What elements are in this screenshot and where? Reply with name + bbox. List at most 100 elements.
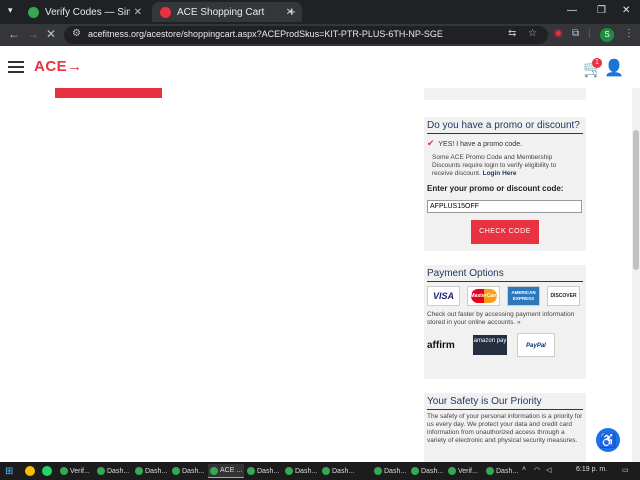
scrollbar-thumb[interactable] <box>633 130 639 270</box>
whatsapp-icon[interactable] <box>42 466 52 476</box>
wallet-logos: affirm amazon pay PayPal <box>427 333 583 357</box>
wifi-icon[interactable]: ◠ <box>534 466 540 474</box>
ace-favicon-icon <box>160 6 171 18</box>
tray-chevron-icon[interactable]: ˄ <box>522 466 526 473</box>
windows-start-icon[interactable]: ⊞ <box>5 466 13 477</box>
promo-input-label: Enter your promo or discount code: <box>427 184 564 193</box>
close-window-icon[interactable]: ✕ <box>622 5 630 16</box>
payment-panel: Payment Options VISA MasterCard AMERICAN… <box>424 265 586 379</box>
translate-icon[interactable]: ⇆ <box>508 28 516 39</box>
chrome-icon <box>285 467 293 475</box>
mastercard-logo: MasterCard <box>467 286 500 306</box>
tab-search-icon[interactable]: ▾ <box>8 5 13 16</box>
chrome-icon <box>172 467 180 475</box>
chrome-icon <box>60 467 68 475</box>
taskbar-label: Dash... <box>421 467 444 475</box>
taskbar-item[interactable]: Dash... <box>320 464 356 478</box>
mastercard-text: MasterCard <box>470 289 498 303</box>
ace-logo[interactable]: ACE→ <box>34 58 83 75</box>
promo-checkbox-label: YES! I have a promo code. <box>438 141 523 148</box>
chrome-icon <box>210 466 218 475</box>
payment-text: Check out faster by accessing payment in… <box>427 311 575 326</box>
address-bar[interactable]: ⚙ acefitness.org/acestore/shoppingcart.a… <box>64 26 548 44</box>
restore-icon[interactable]: ❐ <box>597 5 606 16</box>
minimize-icon[interactable]: — <box>567 5 577 16</box>
taskbar-item[interactable]: Verif... <box>446 464 480 478</box>
promo-code-input[interactable] <box>427 200 582 213</box>
bookmark-star-icon[interactable]: ☆ <box>528 28 537 39</box>
windows-taskbar: ⊞ Verif... Dash... Dash... Dash... ACE .… <box>0 462 640 480</box>
checked-checkbox-icon[interactable]: ✔ <box>427 138 435 148</box>
taskbar-label: Dash... <box>295 467 318 475</box>
notification-icon[interactable]: ▭ <box>622 466 629 474</box>
taskbar-item[interactable]: Dash... <box>245 464 281 478</box>
taskbar-label: Verif... <box>458 467 478 475</box>
discover-logo: DISCOVER <box>547 286 580 306</box>
card-logos: VISA MasterCard AMERICAN EXPRESS DISCOVE… <box>427 286 583 306</box>
site-info-icon[interactable]: ⚙ <box>72 28 81 39</box>
tab-ace-shopping-cart[interactable]: ACE Shopping Cart ✕ <box>152 2 302 22</box>
promo-panel: Do you have a promo or discount? ✔ YES! … <box>424 117 586 251</box>
taskbar-item[interactable]: Dash... <box>170 464 206 478</box>
chrome-icon <box>411 467 419 475</box>
tab-title: Verify Codes — SimplyCodes <box>45 6 130 18</box>
check-code-button[interactable]: CHECK CODE <box>471 220 539 244</box>
taskbar-item[interactable]: Verif... <box>58 464 92 478</box>
tab-verify-codes[interactable]: Verify Codes — SimplyCodes ✕ <box>20 2 150 22</box>
promo-title: Do you have a promo or discount? <box>427 120 583 134</box>
profile-avatar[interactable]: S <box>600 28 614 42</box>
close-tab-icon[interactable]: ✕ <box>134 7 142 18</box>
page-scrollbar[interactable] <box>632 88 640 462</box>
volume-icon[interactable]: ◁ <box>546 466 551 474</box>
taskbar-item[interactable]: Dash... <box>484 464 520 478</box>
chrome-icon <box>322 467 330 475</box>
taskbar-label: Dash... <box>182 467 205 475</box>
summary-panel-bottom <box>424 88 586 100</box>
separator-icon: | <box>588 28 591 39</box>
simplycodes-favicon-icon <box>28 6 39 18</box>
taskbar-label: Dash... <box>145 467 168 475</box>
menu-kebab-icon[interactable]: ⋮ <box>624 28 634 39</box>
safety-text: The safety of your personal information … <box>427 413 583 444</box>
taskbar-item-active[interactable]: ACE ... <box>208 464 245 478</box>
chrome-icon[interactable] <box>25 466 35 476</box>
stop-icon[interactable]: ✕ <box>46 27 56 41</box>
taskbar-label: Dash... <box>107 467 130 475</box>
affirm-logo: affirm <box>427 339 455 351</box>
forward-icon[interactable]: → <box>27 27 39 41</box>
accessibility-icon[interactable]: ♿ <box>596 428 620 452</box>
taskbar-item[interactable]: Dash... <box>95 464 131 478</box>
clock-time[interactable]: 6:19 p. m. <box>576 466 607 473</box>
tab-title: ACE Shopping Cart <box>177 6 265 18</box>
taskbar-label: Verif... <box>70 467 90 475</box>
taskbar-item[interactable]: Dash... <box>409 464 445 478</box>
back-icon[interactable]: ← <box>8 27 20 41</box>
safety-panel: Your Safety is Our Priority The safety o… <box>424 393 586 462</box>
extension-icon[interactable]: ◉ <box>554 28 563 39</box>
page-content: Do you have a promo or discount? ✔ YES! … <box>0 88 632 462</box>
url-text: acefitness.org/acestore/shoppingcart.asp… <box>88 29 443 39</box>
taskbar-item[interactable]: Dash... <box>133 464 169 478</box>
chrome-icon <box>247 467 255 475</box>
chrome-icon <box>97 467 105 475</box>
partial-red-button[interactable] <box>55 88 162 98</box>
taskbar-item[interactable]: Dash... <box>372 464 408 478</box>
promo-checkbox-row[interactable]: ✔ YES! I have a promo code. <box>427 138 583 149</box>
taskbar-label: ACE ... <box>220 467 243 474</box>
login-link[interactable]: Login Here <box>483 170 517 177</box>
user-account-icon[interactable]: 👤 <box>604 58 624 78</box>
site-header: ACE→ 🛒 1 👤 <box>0 46 640 88</box>
chrome-icon <box>448 467 456 475</box>
payment-title: Payment Options <box>427 268 583 282</box>
browser-tab-strip: ▾ Verify Codes — SimplyCodes ✕ ACE Shopp… <box>0 0 640 24</box>
taskbar-item[interactable]: Dash... <box>283 464 319 478</box>
hamburger-menu-icon[interactable] <box>8 61 24 76</box>
taskbar-label: Dash... <box>496 467 519 475</box>
promo-note: Some ACE Promo Code and Membership Disco… <box>432 154 578 178</box>
paypal-logo: PayPal <box>517 333 555 357</box>
extensions-puzzle-icon[interactable]: ⧉ <box>572 28 579 39</box>
cart-count-badge: 1 <box>592 58 602 68</box>
new-tab-icon[interactable]: + <box>288 4 296 19</box>
taskbar-label: Dash... <box>257 467 280 475</box>
chrome-icon <box>135 467 143 475</box>
